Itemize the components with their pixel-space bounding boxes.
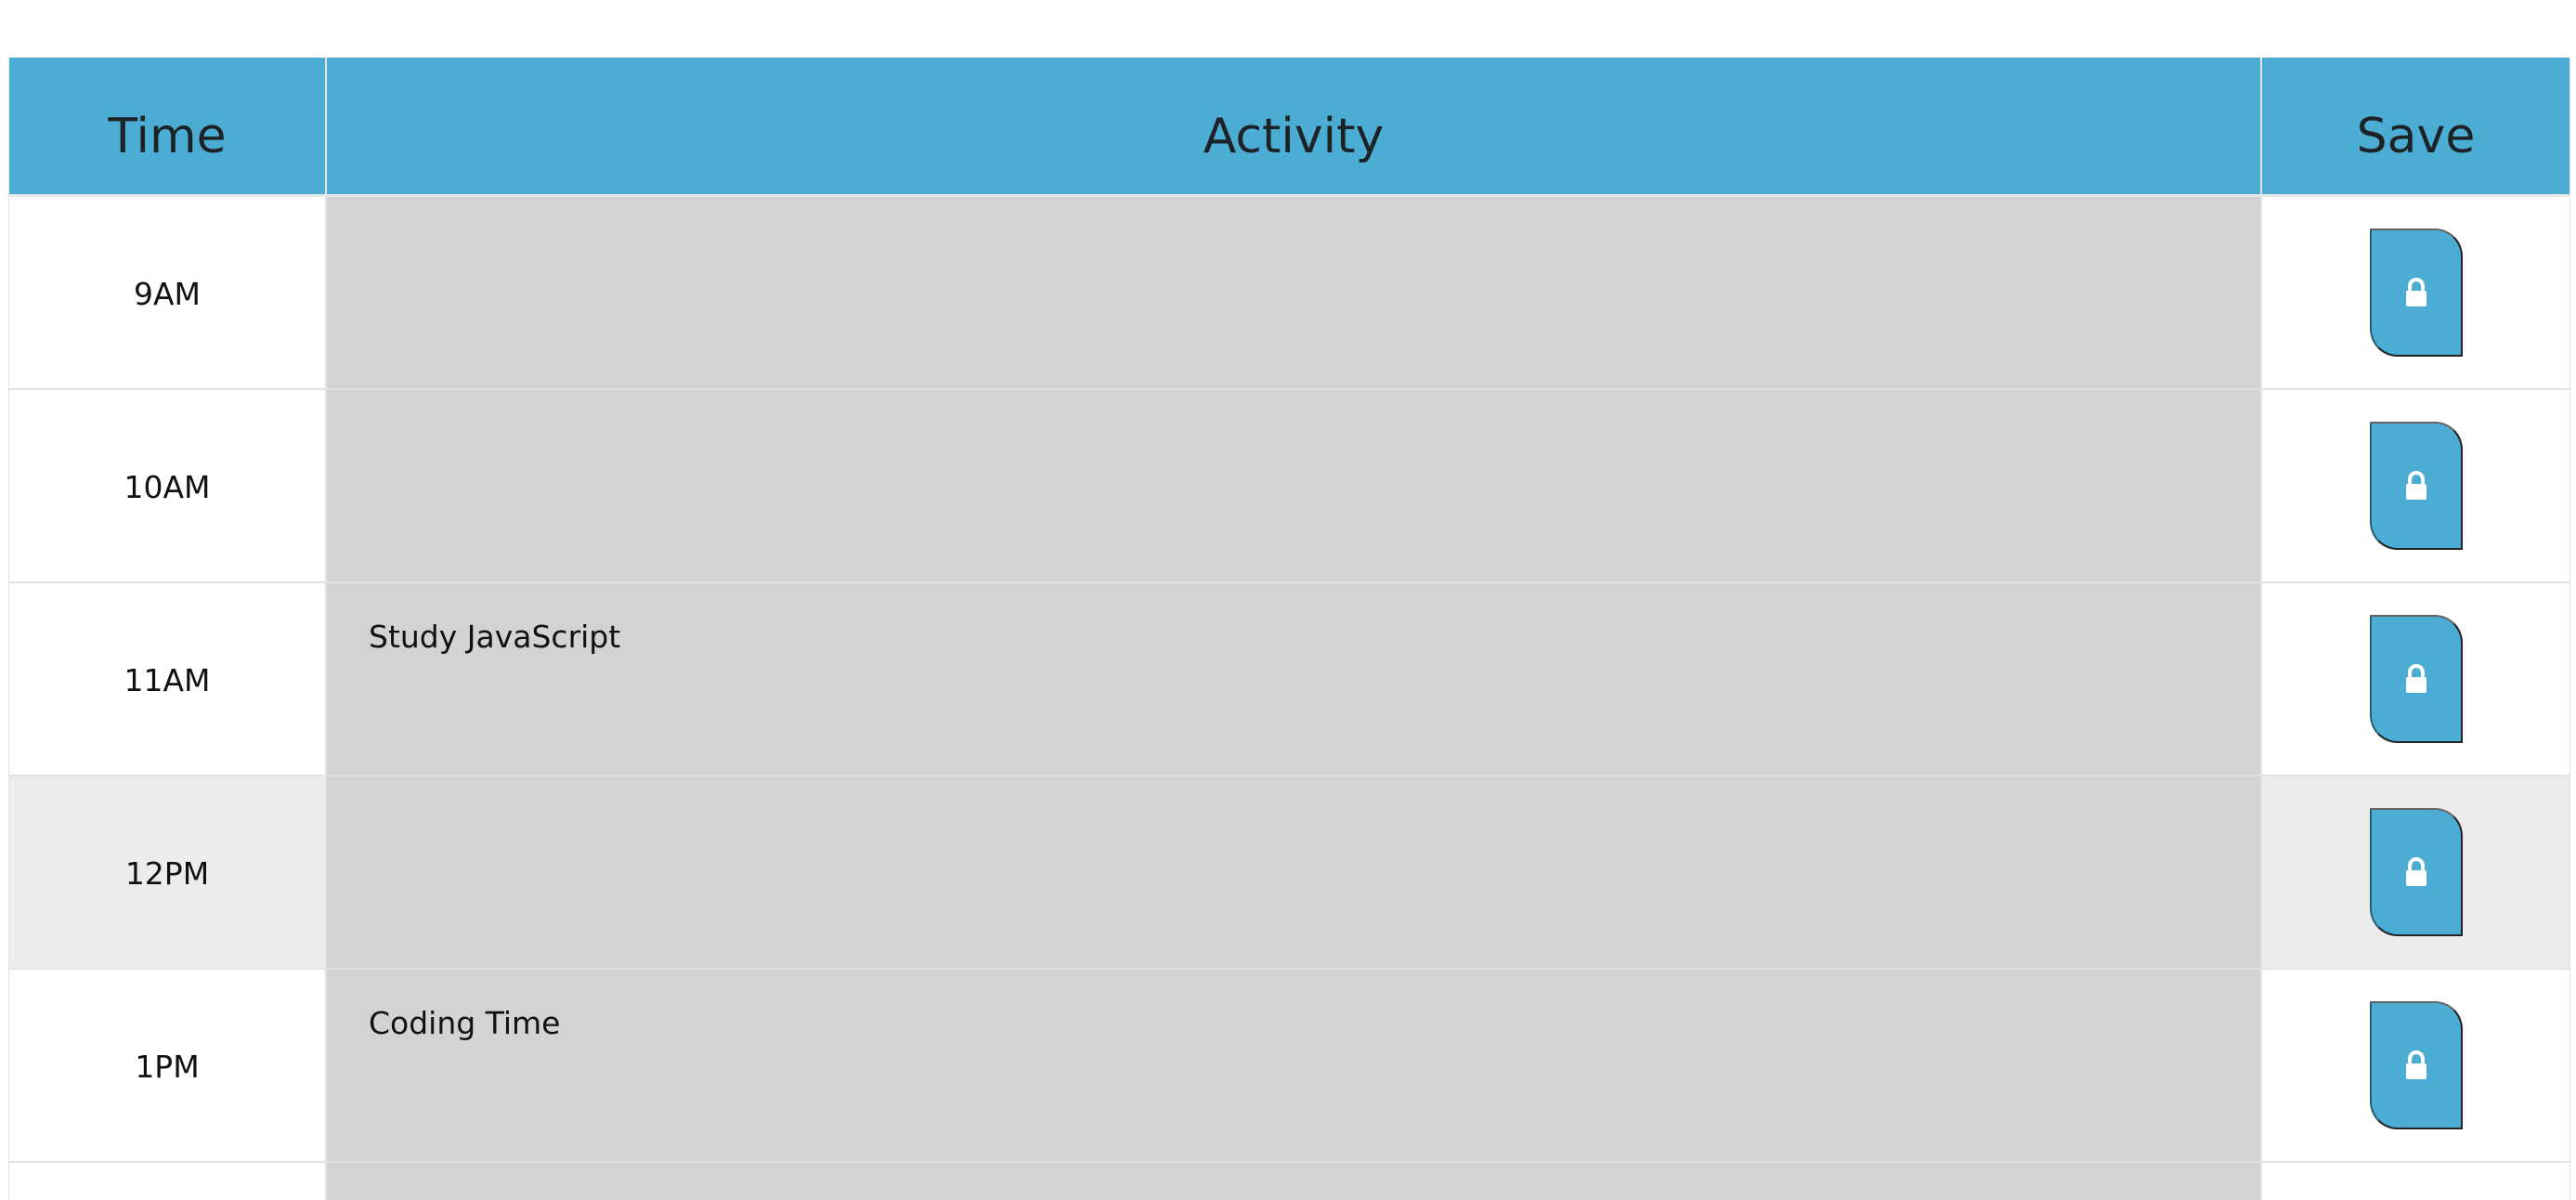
time-label: 1PM — [8, 970, 325, 1161]
planner-header: Time Activity Save — [8, 58, 2570, 197]
save-button[interactable] — [2369, 1001, 2463, 1129]
save-cell-partial — [2262, 1163, 2570, 1200]
activity-cell-partial[interactable] — [325, 1163, 2262, 1200]
save-cell — [2262, 583, 2570, 775]
time-label: 10AM — [8, 390, 325, 581]
activity-input[interactable] — [369, 232, 2260, 388]
save-cell — [2262, 390, 2570, 581]
time-slot-row: 1PM — [8, 970, 2570, 1163]
time-cell-partial — [8, 1163, 325, 1200]
save-button[interactable] — [2369, 615, 2463, 743]
time-slot-row: 9AM — [8, 197, 2570, 390]
save-button[interactable] — [2369, 808, 2463, 936]
activity-cell — [325, 970, 2262, 1161]
activity-cell — [325, 776, 2262, 968]
activity-cell — [325, 197, 2262, 388]
save-button[interactable] — [2369, 422, 2463, 550]
lock-icon — [2402, 1049, 2430, 1082]
save-cell — [2262, 197, 2570, 388]
lock-icon — [2402, 855, 2430, 889]
activity-input[interactable] — [369, 619, 2260, 775]
save-cell — [2262, 776, 2570, 968]
activity-cell — [325, 583, 2262, 775]
lock-icon — [2402, 276, 2430, 309]
time-slot-row-partial — [8, 1163, 2570, 1200]
activity-input[interactable] — [369, 425, 2260, 581]
activity-cell — [325, 390, 2262, 581]
activity-column-header: Activity — [325, 58, 2262, 194]
time-slot-row: 10AM — [8, 390, 2570, 583]
time-column-header: Time — [8, 58, 325, 194]
day-planner: Time Activity Save 9AM 10AM 11AM Study J… — [8, 58, 2570, 1200]
lock-icon — [2402, 469, 2430, 502]
save-cell — [2262, 970, 2570, 1161]
save-button[interactable] — [2369, 228, 2463, 357]
lock-icon — [2402, 662, 2430, 696]
time-slot-row: 12PM — [8, 776, 2570, 970]
time-label: 12PM — [8, 776, 325, 968]
time-slot-row: 11AM — [8, 583, 2570, 776]
save-column-header: Save — [2262, 58, 2570, 194]
time-label: 9AM — [8, 197, 325, 388]
activity-input[interactable] — [369, 812, 2260, 968]
activity-input[interactable] — [369, 1005, 2260, 1161]
time-label: 11AM — [8, 583, 325, 775]
